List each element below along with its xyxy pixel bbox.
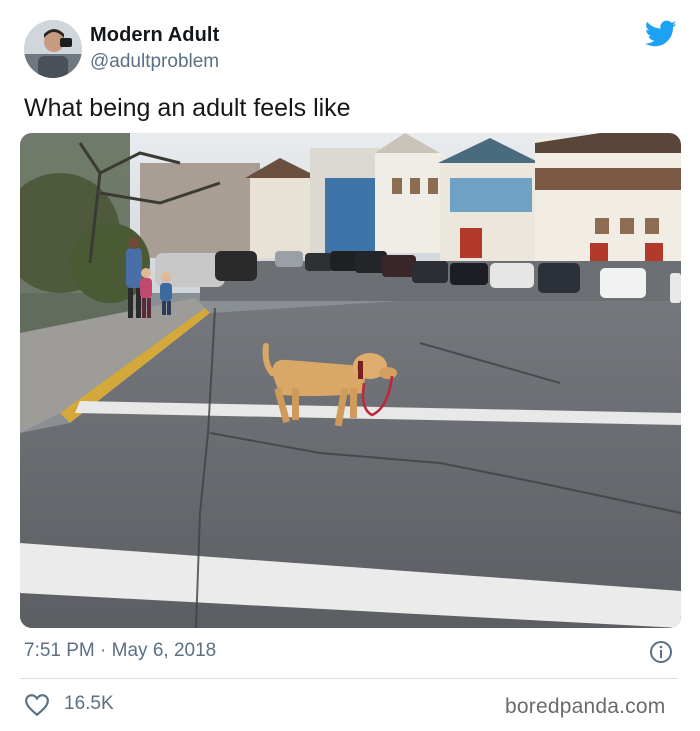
tweet-text: What being an adult feels like [24,94,351,122]
author-display-name[interactable]: Modern Adult [90,24,219,47]
source-watermark: boredpanda.com [505,695,666,718]
user-avatar[interactable] [24,20,82,78]
street-photo [20,133,681,628]
author-handle[interactable]: @adultproblem [90,51,219,73]
twitter-bird-icon[interactable] [645,20,677,48]
avatar-image [24,20,82,78]
heart-icon[interactable] [24,693,50,717]
like-count[interactable]: 16.5K [64,693,114,715]
tweet-timestamp[interactable]: 7:51 PM · May 6, 2018 [24,640,216,662]
divider [20,678,678,679]
tweet-header: Modern Adult @adultproblem [0,0,700,90]
tweet-photo[interactable] [20,133,681,628]
info-icon[interactable] [649,640,673,664]
